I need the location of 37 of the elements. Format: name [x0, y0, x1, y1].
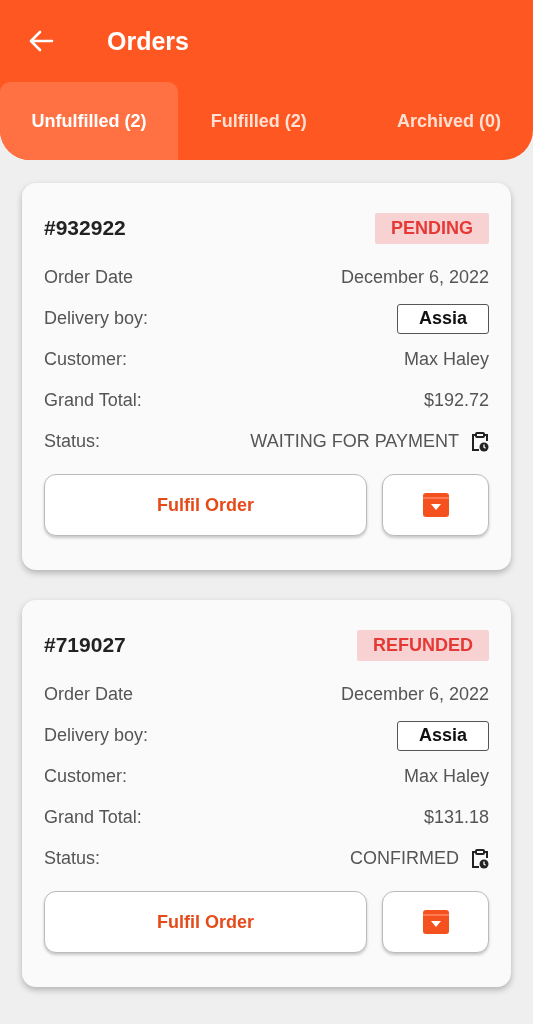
- field-value: December 6, 2022: [340, 684, 489, 705]
- status-badge: PENDING: [375, 212, 489, 244]
- tab[interactable]: Fulfilled (2): [178, 82, 340, 160]
- field-label: Grand Total:: [44, 390, 142, 411]
- field-label: Delivery boy:: [44, 725, 149, 746]
- field-label: Order Date: [44, 684, 134, 705]
- field-value: December 6, 2022: [340, 267, 489, 288]
- field-value: WAITING FOR PAYMENT: [250, 431, 459, 452]
- fulfil-order-button[interactable]: Fulfil Order: [44, 474, 367, 536]
- field-value: Max Haley: [403, 349, 489, 370]
- back-icon[interactable]: [28, 30, 54, 52]
- field-label: Delivery boy:: [44, 308, 149, 329]
- archive-button[interactable]: [382, 474, 489, 536]
- archive-button[interactable]: [382, 891, 489, 953]
- fulfil-order-button[interactable]: Fulfil Order: [44, 891, 367, 953]
- field-value: $192.72: [423, 390, 489, 411]
- field-label: Order Date: [44, 267, 134, 288]
- tab[interactable]: Unfulfilled (2): [0, 82, 178, 160]
- page-title: Orders: [107, 26, 189, 56]
- delivery-select[interactable]: Assia: [397, 720, 489, 751]
- order-number: #719027: [44, 633, 126, 657]
- clipboard-clock-icon: [471, 431, 489, 452]
- clipboard-clock-icon: [471, 848, 489, 869]
- tab[interactable]: Archived (0): [339, 82, 533, 160]
- archive-icon: [421, 909, 450, 935]
- field-label: Status:: [44, 848, 101, 869]
- field-value: $131.18: [423, 807, 489, 828]
- field-label: Grand Total:: [44, 807, 142, 828]
- field-label: Customer:: [44, 349, 128, 370]
- field-value: CONFIRMED: [350, 848, 459, 869]
- archive-icon: [421, 492, 450, 518]
- status-badge: REFUNDED: [357, 629, 489, 661]
- field-value: Max Haley: [403, 766, 489, 787]
- order-number: #932922: [44, 216, 126, 240]
- delivery-select[interactable]: Assia: [397, 303, 489, 334]
- field-label: Customer:: [44, 766, 128, 787]
- field-label: Status:: [44, 431, 101, 452]
